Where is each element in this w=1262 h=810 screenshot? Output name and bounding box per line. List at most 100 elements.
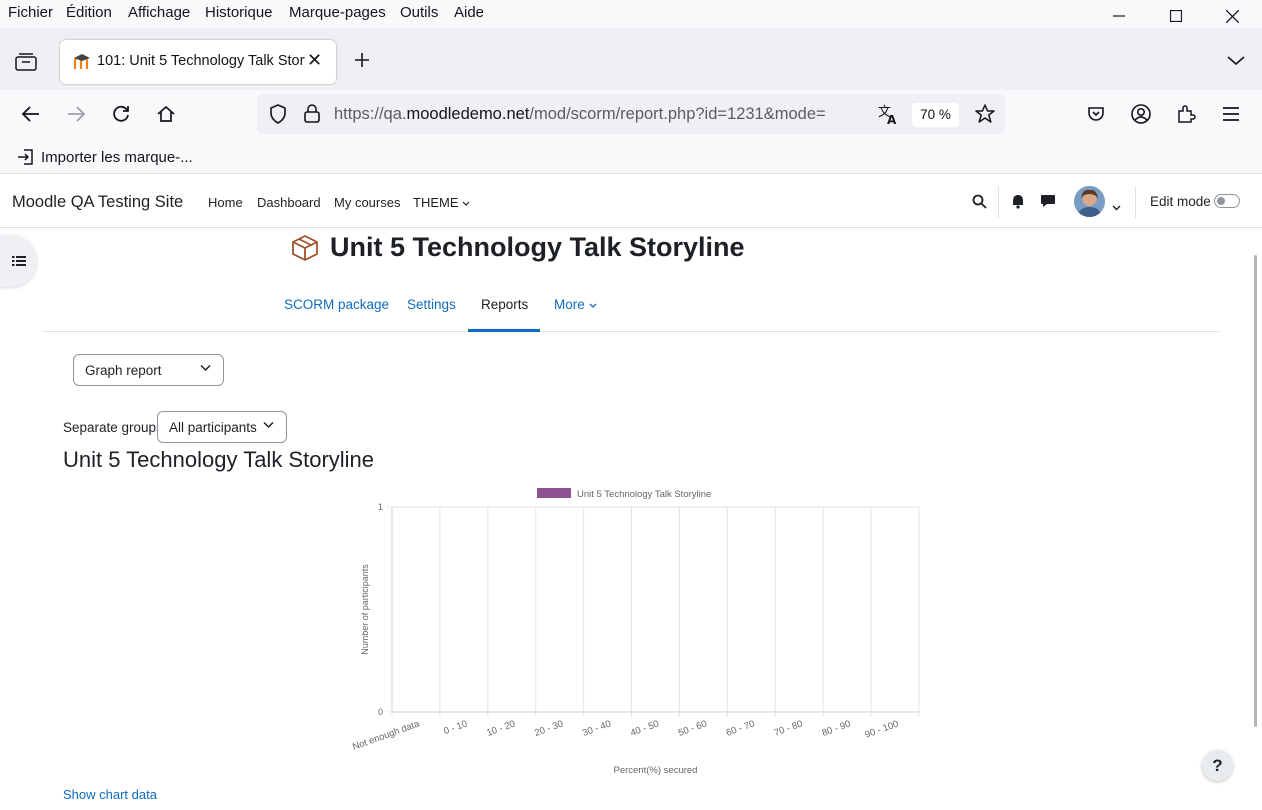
- y-axis-title: Number of participants: [360, 564, 370, 655]
- x-tick-label: 80 - 90: [821, 718, 853, 738]
- x-tick-label: 30 - 40: [581, 718, 613, 738]
- nav-divider: [1135, 186, 1136, 218]
- import-icon: [18, 149, 33, 165]
- browser-menubar: Fichier Édition Affichage Historique Mar…: [0, 0, 1262, 28]
- chevron-down-icon: [589, 303, 596, 308]
- shield-icon[interactable]: [268, 104, 288, 129]
- browser-tab[interactable]: 101: Unit 5 Technology Talk Storyline ✕: [60, 40, 336, 84]
- groups-select[interactable]: All participants: [157, 411, 287, 443]
- nav-dashboard[interactable]: Dashboard: [257, 195, 321, 210]
- legend-label: Unit 5 Technology Talk Storyline: [577, 489, 711, 500]
- site-name[interactable]: Moodle QA Testing Site: [12, 193, 183, 212]
- list-tabs-chevron-icon[interactable]: [1226, 54, 1246, 72]
- url-bar[interactable]: https://qa.moodledemo.net/mod/scorm/repo…: [257, 94, 1005, 134]
- close-window-icon[interactable]: [1204, 2, 1260, 30]
- report-type-value: Graph report: [85, 363, 162, 378]
- x-tick-label: 20 - 30: [533, 718, 565, 738]
- menu-affichage[interactable]: Affichage: [128, 4, 190, 21]
- chevron-down-icon: [263, 421, 274, 429]
- x-tick-label: Not enough data: [351, 718, 421, 753]
- report-type-select[interactable]: Graph report: [73, 354, 224, 386]
- x-tick-label: 0 - 10: [442, 718, 469, 737]
- page-scrollbar[interactable]: [1254, 255, 1257, 727]
- import-bookmarks-link[interactable]: Importer les marque-...: [17, 148, 193, 166]
- nav-divider: [998, 186, 999, 218]
- search-icon[interactable]: [972, 194, 987, 214]
- x-tick-label: 40 - 50: [629, 718, 661, 738]
- messages-icon[interactable]: [1040, 194, 1056, 214]
- menu-marque-pages[interactable]: Marque-pages: [289, 4, 386, 21]
- report-heading: Unit 5 Technology Talk Storyline: [63, 447, 375, 472]
- zoom-level-badge[interactable]: 70 %: [912, 103, 959, 127]
- tab-overview-icon[interactable]: [14, 52, 38, 77]
- menu-aide[interactable]: Aide: [454, 4, 484, 21]
- forward-icon[interactable]: [62, 100, 90, 128]
- x-tick-label: 50 - 60: [677, 718, 709, 738]
- menu-historique[interactable]: Historique: [205, 4, 273, 21]
- tab-more[interactable]: More: [554, 297, 597, 312]
- chevron-down-icon: [200, 364, 211, 372]
- tab-settings[interactable]: Settings: [407, 297, 456, 312]
- tab-bar: 101: Unit 5 Technology Talk Storyline ✕: [0, 28, 1262, 90]
- minimize-icon[interactable]: [1091, 2, 1147, 30]
- maximize-icon[interactable]: [1148, 2, 1204, 30]
- new-tab-icon[interactable]: [352, 50, 372, 76]
- tab-more-label: More: [554, 297, 585, 312]
- menu-edition[interactable]: Édition: [66, 4, 112, 21]
- separate-groups-label: Separate groups: [63, 420, 163, 435]
- tab-close-icon[interactable]: ✕: [307, 50, 322, 71]
- star-bookmark-icon[interactable]: [974, 103, 996, 130]
- user-menu-chevron-icon[interactable]: [1112, 198, 1121, 216]
- course-index-toggle[interactable]: [0, 235, 37, 287]
- nav-my-courses[interactable]: My courses: [334, 195, 400, 210]
- nav-theme[interactable]: THEME: [413, 195, 470, 210]
- bookmarks-toolbar: Importer les marque-...: [0, 138, 1262, 174]
- graph-report-chart: Unit 5 Technology Talk Storyline 0 1 Not en…: [351, 488, 920, 776]
- tab-title: 101: Unit 5 Technology Talk Storyline: [97, 53, 305, 69]
- url-path: /mod/scorm/report.php?id=1231&mode=: [529, 105, 826, 123]
- x-tick-label: 70 - 80: [773, 718, 805, 738]
- groups-select-value: All participants: [169, 420, 257, 435]
- legend-swatch: [537, 488, 571, 498]
- reload-icon[interactable]: [107, 100, 135, 128]
- active-tab-indicator: [468, 329, 540, 332]
- x-tick-label: 60 - 70: [725, 718, 757, 738]
- edit-mode-toggle[interactable]: [1214, 194, 1240, 208]
- tab-scorm-package[interactable]: SCORM package: [284, 297, 389, 312]
- menu-fichier[interactable]: Fichier: [8, 4, 53, 21]
- nav-toolbar: https://qa.moodledemo.net/mod/scorm/repo…: [0, 90, 1262, 138]
- help-button[interactable]: ?: [1202, 750, 1233, 781]
- hamburger-menu-icon[interactable]: [1217, 100, 1245, 128]
- url-prefix: https://qa.: [334, 105, 407, 123]
- home-icon[interactable]: [152, 100, 180, 128]
- chevron-down-icon: [462, 201, 470, 206]
- translate-icon[interactable]: 文A: [877, 103, 899, 130]
- secondary-nav: SCORM package Settings Reports More: [43, 273, 1219, 332]
- edit-mode-label: Edit mode: [1150, 194, 1211, 209]
- pocket-icon[interactable]: [1082, 100, 1110, 128]
- menu-outils[interactable]: Outils: [400, 4, 438, 21]
- page-title: Unit 5 Technology Talk Storyline: [330, 232, 745, 262]
- nav-home[interactable]: Home: [208, 195, 243, 210]
- user-avatar[interactable]: [1074, 186, 1105, 217]
- x-axis-title: Percent(%) secured: [614, 765, 698, 776]
- moodle-page: Moodle QA Testing Site Home Dashboard My…: [0, 175, 1262, 810]
- scorm-package-icon: [292, 234, 318, 261]
- show-chart-data-link[interactable]: Show chart data: [63, 787, 157, 802]
- x-tick-label: 10 - 20: [485, 718, 517, 738]
- account-icon[interactable]: [1127, 100, 1155, 128]
- svg-text:A: A: [887, 113, 897, 125]
- page-header: Unit 5 Technology Talk Storyline: [291, 232, 745, 263]
- lock-icon[interactable]: [302, 103, 322, 128]
- url-text[interactable]: https://qa.moodledemo.net/mod/scorm/repo…: [334, 105, 869, 124]
- back-icon[interactable]: [17, 100, 45, 128]
- url-host: moodledemo.net: [406, 105, 530, 123]
- import-bookmarks-label: Importer les marque-...: [41, 148, 193, 166]
- nav-theme-label: THEME: [413, 195, 459, 210]
- moodle-navbar: Moodle QA Testing Site Home Dashboard My…: [0, 175, 1262, 228]
- extensions-icon[interactable]: [1172, 100, 1200, 128]
- notifications-bell-icon[interactable]: [1011, 194, 1025, 214]
- moodle-favicon-icon: [72, 52, 92, 72]
- tab-reports[interactable]: Reports: [481, 297, 528, 312]
- y-tick-label: 0: [378, 707, 383, 717]
